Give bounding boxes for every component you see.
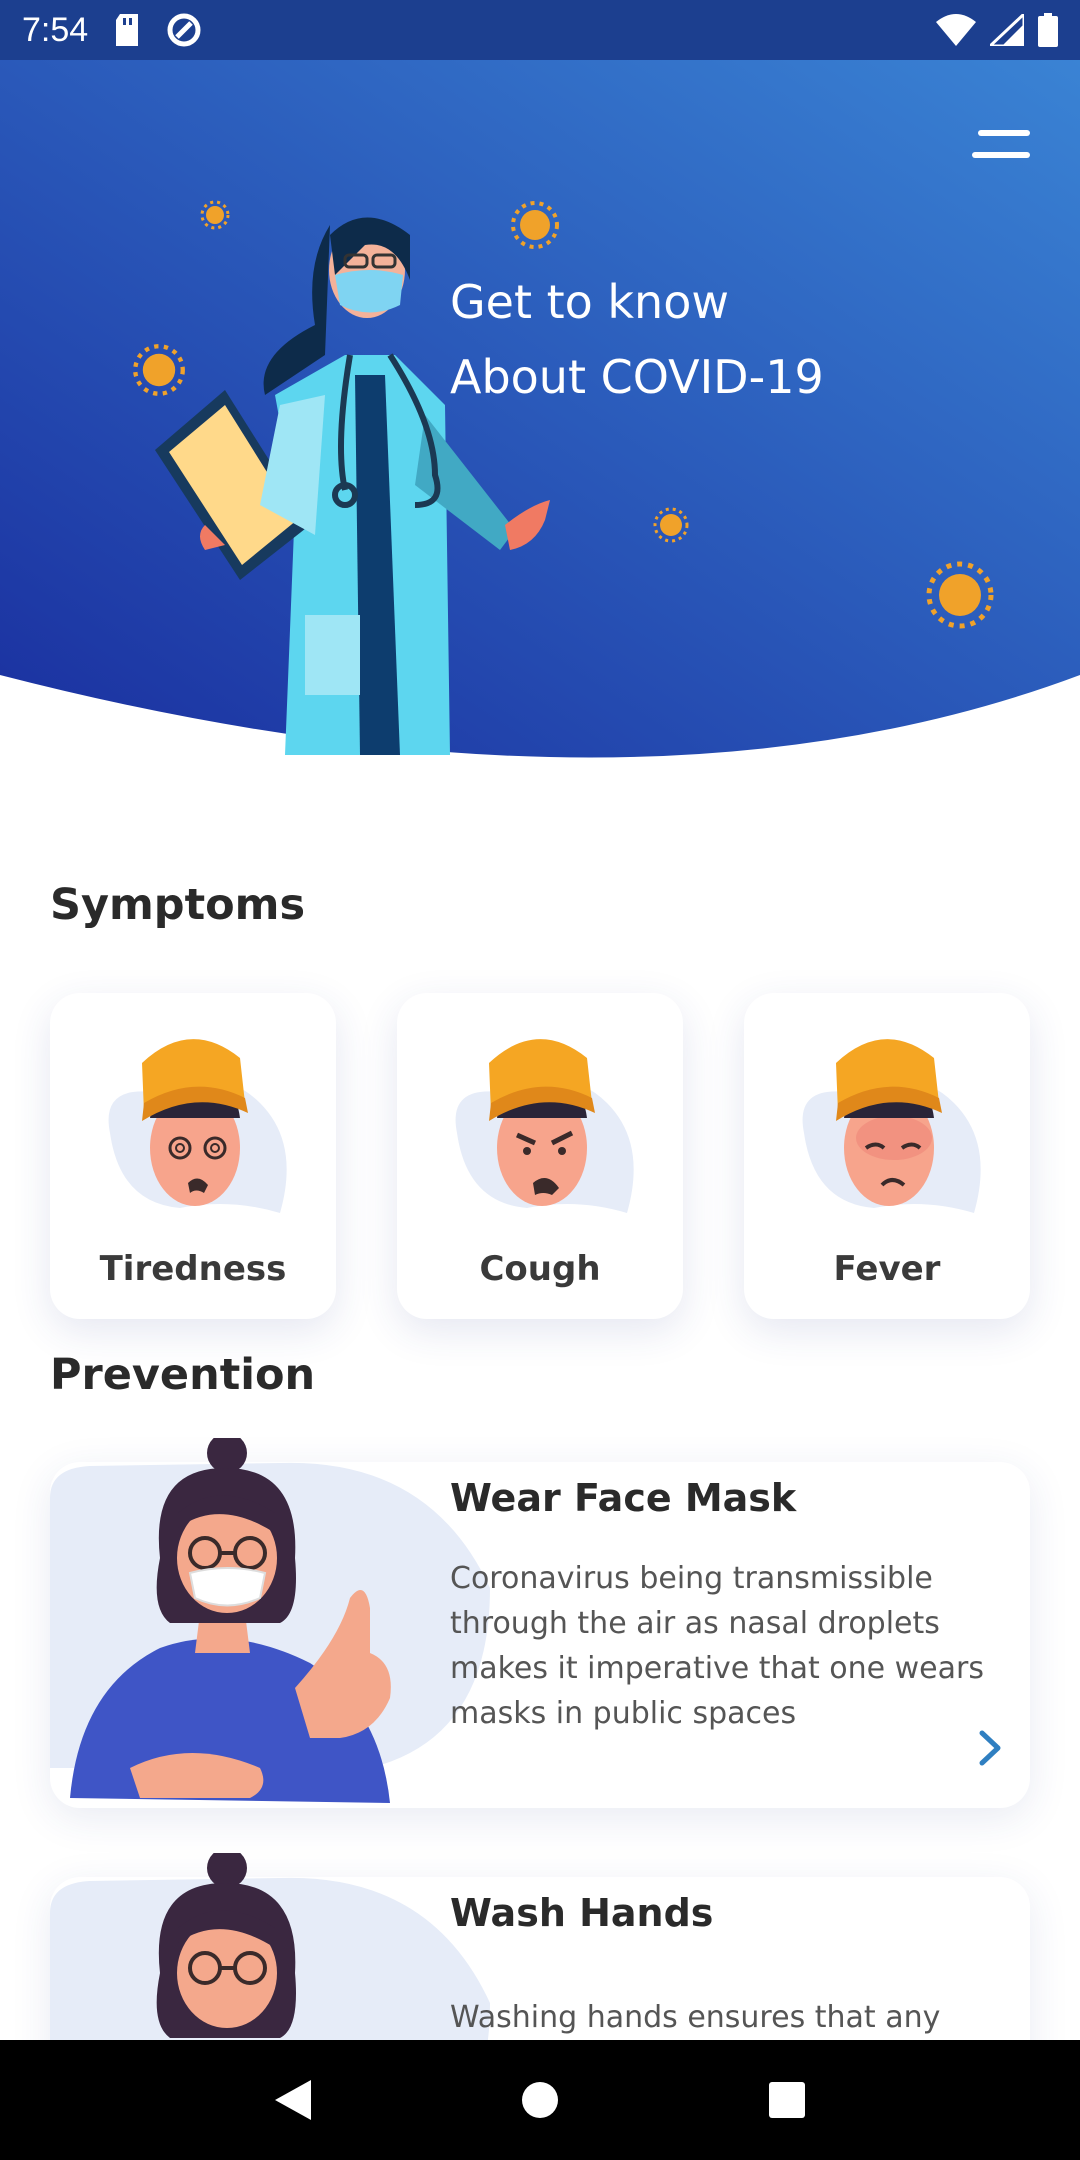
home-button[interactable]	[510, 2070, 570, 2130]
recents-button[interactable]	[757, 2070, 817, 2130]
virus-icon	[653, 507, 689, 543]
hero-header: Get to know About COVID-19	[0, 60, 1080, 780]
menu-button[interactable]	[968, 120, 1040, 176]
symptoms-heading: Symptoms	[50, 880, 306, 930]
symptom-card-fever[interactable]: Fever	[744, 993, 1030, 1319]
symptom-label: Tiredness	[99, 1249, 287, 1289]
symptom-label: Fever	[833, 1249, 941, 1289]
virus-icon	[926, 561, 994, 629]
prevention-heading: Prevention	[50, 1350, 316, 1400]
home-icon	[521, 2082, 558, 2118]
status-bar: 7:54	[0, 0, 1080, 60]
sd-card-icon	[116, 14, 139, 46]
symptom-card-tiredness[interactable]: Tiredness	[50, 993, 336, 1319]
prevention-title: Wear Face Mask	[450, 1476, 797, 1520]
wifi-icon	[936, 14, 976, 46]
recents-icon	[768, 2082, 805, 2118]
data-saver-icon	[167, 13, 201, 47]
system-nav-bar	[0, 2040, 1080, 2160]
hero-title-line1: Get to know	[450, 275, 729, 329]
hero-title: Get to know About COVID-19	[450, 265, 824, 415]
prevention-description: Coronavirus being transmissible through …	[450, 1561, 984, 1731]
cough-face-icon	[455, 1039, 634, 1213]
back-icon	[275, 2080, 312, 2120]
hero-title-line2: About COVID-19	[450, 350, 824, 404]
menu-icon	[978, 130, 1030, 136]
prevention-card-face-mask[interactable]: Wear Face Mask Coronavirus being transmi…	[50, 1438, 1030, 1808]
symptom-label: Cough	[479, 1249, 601, 1289]
symptom-card-cough[interactable]: Cough	[397, 993, 683, 1319]
woman-mask-illustration	[50, 1438, 490, 1803]
tired-face-icon	[108, 1039, 287, 1213]
battery-icon	[1038, 13, 1058, 47]
signal-icon	[990, 14, 1024, 46]
back-button[interactable]	[263, 2070, 323, 2130]
chevron-right-icon[interactable]	[970, 1723, 1010, 1773]
status-time: 7:54	[22, 10, 89, 49]
prevention-title: Wash Hands	[450, 1891, 714, 1935]
fever-face-icon	[802, 1039, 981, 1213]
prevention-description: Washing hands ensures that any	[450, 2000, 941, 2035]
